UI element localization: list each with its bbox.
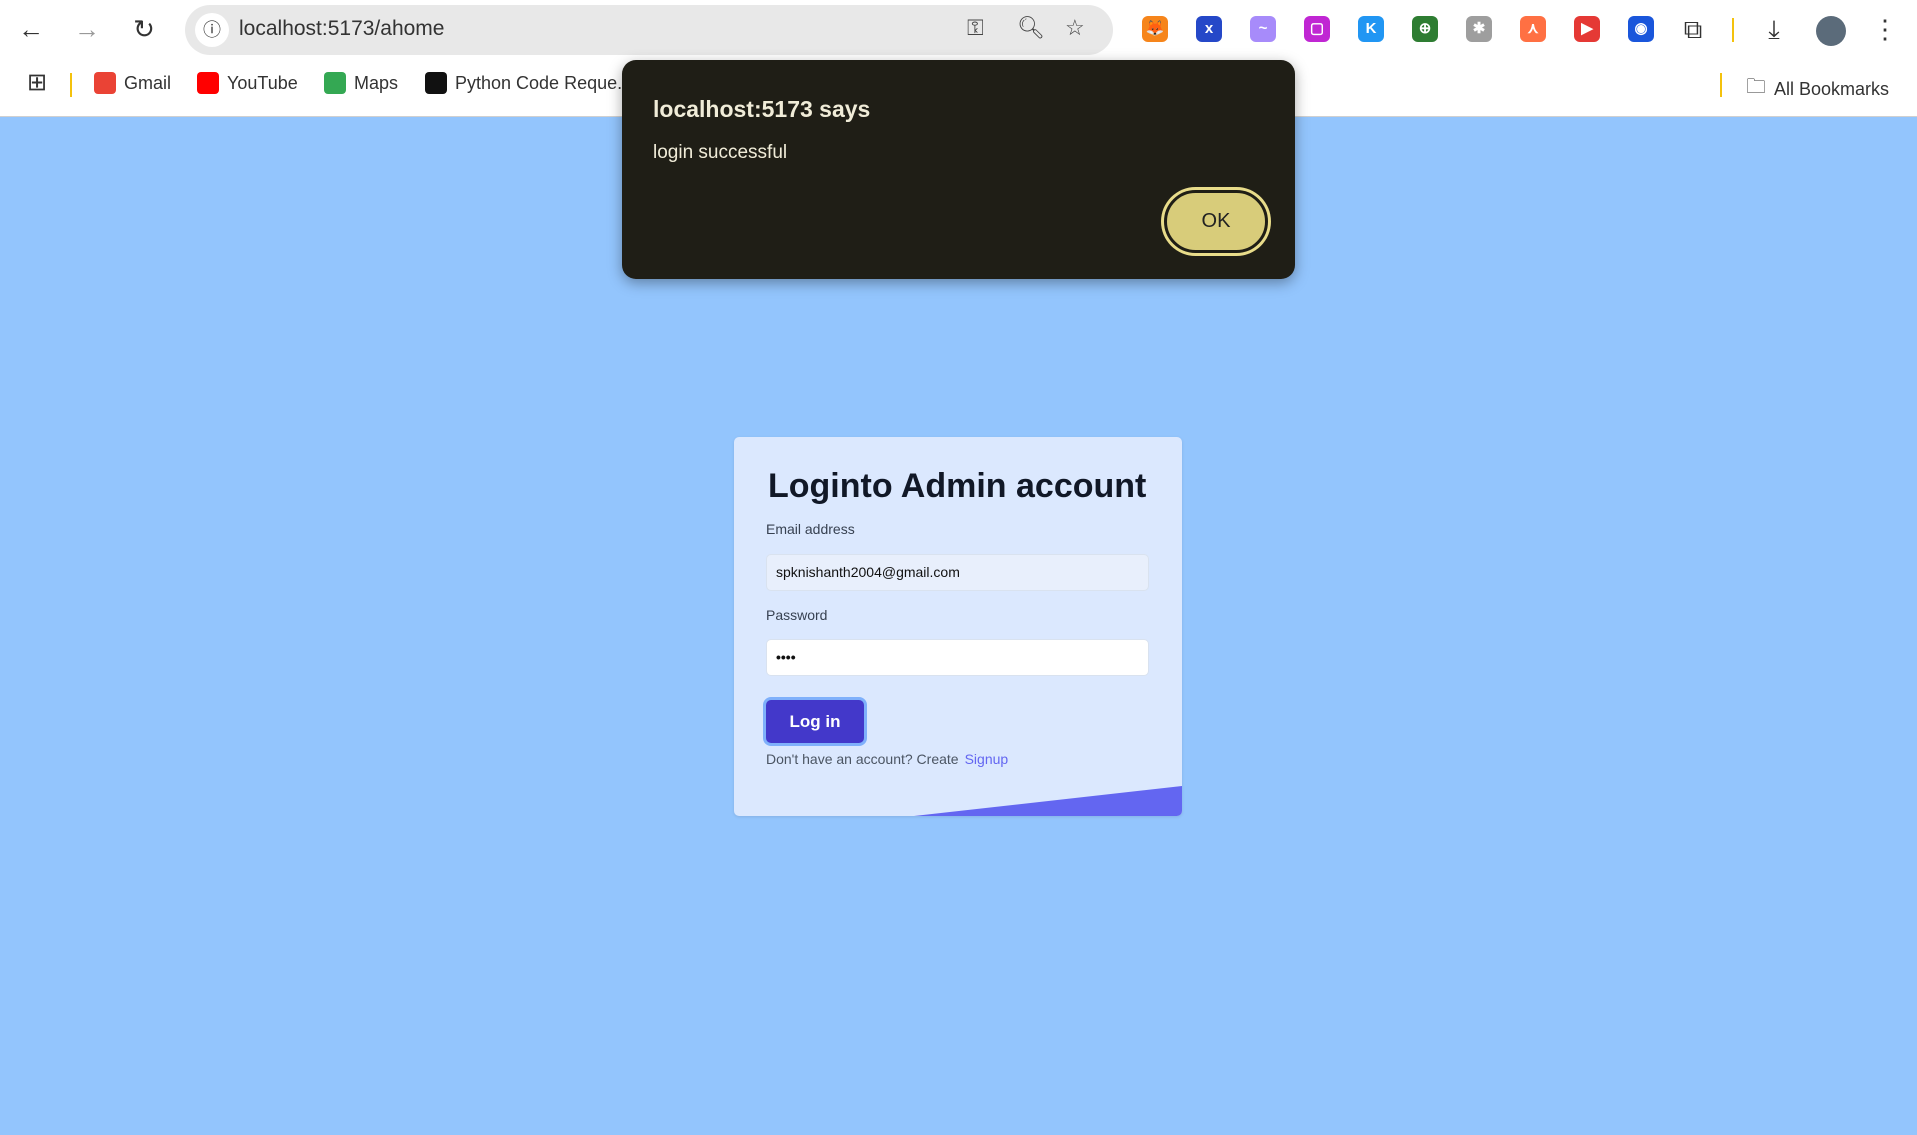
extension-icon[interactable]: K bbox=[1358, 16, 1384, 42]
extension-icon[interactable]: x bbox=[1196, 16, 1222, 42]
folder-icon: 🗀 bbox=[1746, 76, 1766, 98]
password-field[interactable]: •••• bbox=[766, 639, 1149, 676]
forward-icon[interactable]: → bbox=[70, 14, 104, 45]
bookmark-icon bbox=[425, 72, 447, 94]
extension-icon[interactable]: 🦊 bbox=[1142, 16, 1168, 42]
all-bookmarks[interactable]: 🗀 All Bookmarks bbox=[1746, 72, 1889, 106]
dialog-title: localhost:5173 says bbox=[653, 96, 871, 122]
bookmark-item[interactable]: YouTube bbox=[197, 72, 298, 94]
zoom-icon[interactable]: 🔍︎ bbox=[1017, 15, 1045, 41]
reload-icon[interactable]: ↻ bbox=[127, 14, 161, 45]
address-bar[interactable]: ⓘ localhost:5173/ahome ⚿ 🔍︎ ☆ bbox=[185, 5, 1113, 55]
bookmark-item[interactable]: Maps bbox=[324, 72, 398, 94]
email-label: Email address bbox=[766, 521, 855, 537]
key-icon[interactable]: ⚿ bbox=[967, 15, 984, 41]
extension-icon[interactable]: ▶ bbox=[1574, 16, 1600, 42]
bookmark-item[interactable]: Gmail bbox=[94, 72, 171, 94]
password-label: Password bbox=[766, 607, 828, 623]
apps-icon[interactable]: ⊞ bbox=[20, 68, 54, 97]
extension-icon[interactable]: ~ bbox=[1250, 16, 1276, 42]
extension-icon[interactable]: ⊕ bbox=[1412, 16, 1438, 42]
extension-icon[interactable]: ◉ bbox=[1628, 16, 1654, 42]
extension-icon[interactable]: ✱ bbox=[1466, 16, 1492, 42]
site-info-icon[interactable]: ⓘ bbox=[195, 13, 229, 47]
star-icon[interactable]: ☆ bbox=[1065, 15, 1085, 41]
ok-button[interactable]: OK bbox=[1164, 190, 1268, 253]
avatar[interactable] bbox=[1816, 16, 1846, 46]
extension-icon[interactable]: ⋏ bbox=[1520, 16, 1546, 42]
url-text[interactable]: localhost:5173/ahome bbox=[239, 17, 444, 41]
decorative-wedge bbox=[914, 786, 1182, 816]
menu-icon[interactable]: ⋮ bbox=[1868, 14, 1902, 45]
email-field[interactable]: spknishanth2004@gmail.com bbox=[766, 554, 1149, 591]
login-button[interactable]: Log in bbox=[766, 700, 864, 743]
alert-dialog: localhost:5173 says login successful OK bbox=[622, 60, 1295, 279]
signup-link[interactable]: Signup bbox=[965, 751, 1009, 767]
bookmark-icon bbox=[94, 72, 116, 94]
back-icon[interactable]: ← bbox=[14, 14, 48, 45]
signup-prompt: Don't have an account? Create Signup bbox=[766, 751, 1009, 767]
page-title: Loginto Admin account bbox=[768, 467, 1147, 505]
puzzle-icon[interactable]: ⧉ bbox=[1676, 14, 1710, 46]
dialog-message: login successful bbox=[653, 142, 788, 163]
bookmark-item[interactable]: Python Code Reque... bbox=[425, 72, 632, 94]
login-card: Loginto Admin account Email address spkn… bbox=[734, 437, 1182, 816]
bookmark-icon bbox=[324, 72, 346, 94]
bookmark-icon bbox=[197, 72, 219, 94]
extension-icon[interactable]: ▢ bbox=[1304, 16, 1330, 42]
download-icon[interactable]: ⤓ bbox=[1757, 14, 1791, 46]
